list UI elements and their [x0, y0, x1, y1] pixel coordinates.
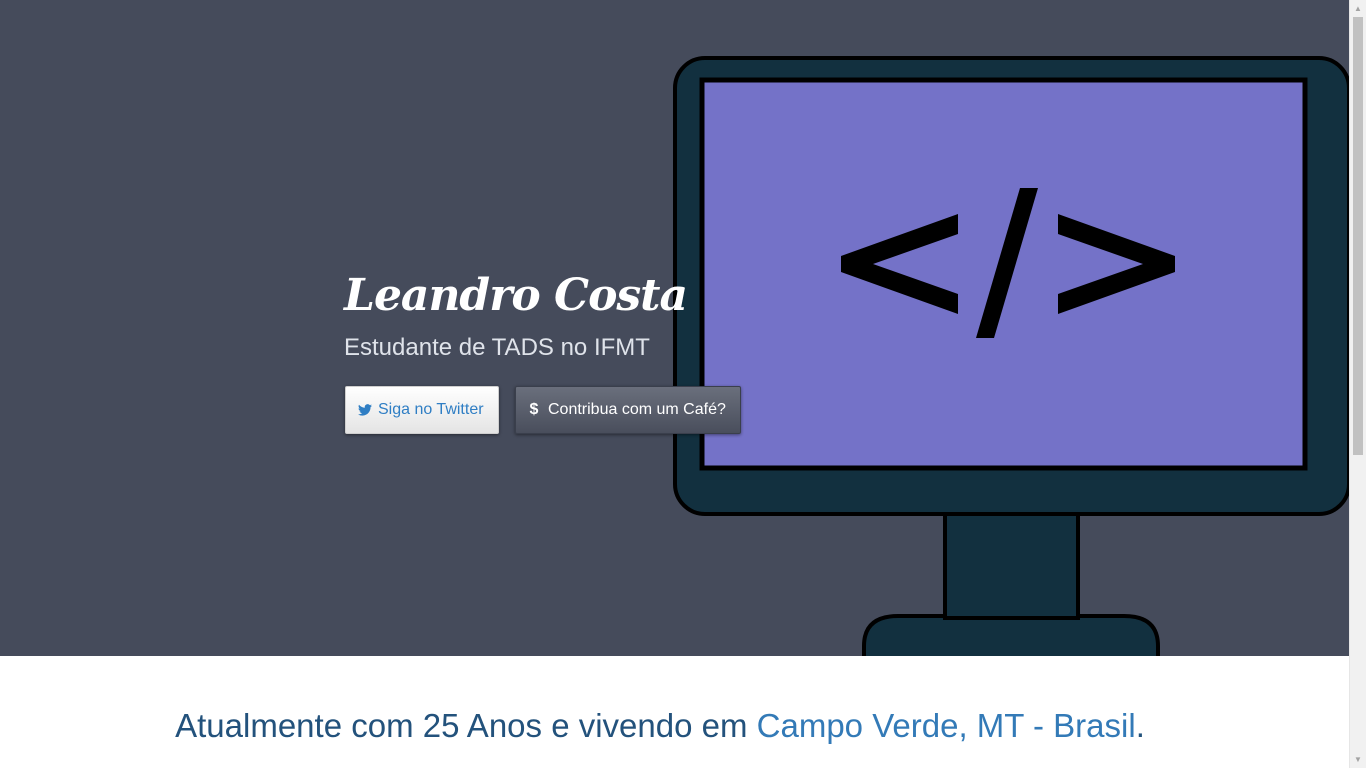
hero-text: Leandro Costa Estudante de TADS no IFMT — [344, 268, 688, 364]
cafe-contribute-label: Contribua com um Café? — [548, 401, 726, 418]
scroll-up-arrow-icon[interactable]: ▲ — [1350, 0, 1366, 17]
hero-section: Leandro Costa Estudante de TADS no IFMT … — [0, 0, 1349, 656]
hero-subtitle: Estudante de TADS no IFMT — [344, 334, 650, 361]
vertical-scrollbar[interactable]: ▲ ▼ — [1349, 0, 1366, 768]
scroll-down-arrow-icon[interactable]: ▼ — [1350, 751, 1366, 768]
location-link[interactable]: Campo Verde, MT - Brasil — [757, 707, 1136, 744]
cafe-contribute-button[interactable]: $ Contribua com um Café? — [515, 386, 741, 434]
about-prefix: Atualmente com — [175, 707, 423, 744]
monitor-stand-neck — [943, 503, 1080, 620]
about-suffix: . — [1135, 707, 1145, 744]
about-age: 25 Anos — [422, 707, 543, 744]
dollar-icon: $ — [529, 401, 539, 418]
hero-name: Leandro Costa — [344, 270, 688, 321]
about-section: Atualmente com 25 Anos e vivendo em Camp… — [0, 656, 1349, 768]
about-middle: e vivendo em — [542, 707, 757, 744]
twitter-follow-button[interactable]: Siga no Twitter — [345, 386, 499, 434]
monitor-stand-base — [862, 614, 1160, 656]
scrollbar-thumb[interactable] — [1353, 17, 1363, 455]
twitter-bird-icon — [358, 402, 372, 418]
twitter-follow-label: Siga no Twitter — [378, 401, 484, 418]
about-text: Atualmente com 25 Anos e vivendo em Camp… — [0, 706, 1320, 746]
page: Leandro Costa Estudante de TADS no IFMT … — [0, 0, 1366, 768]
